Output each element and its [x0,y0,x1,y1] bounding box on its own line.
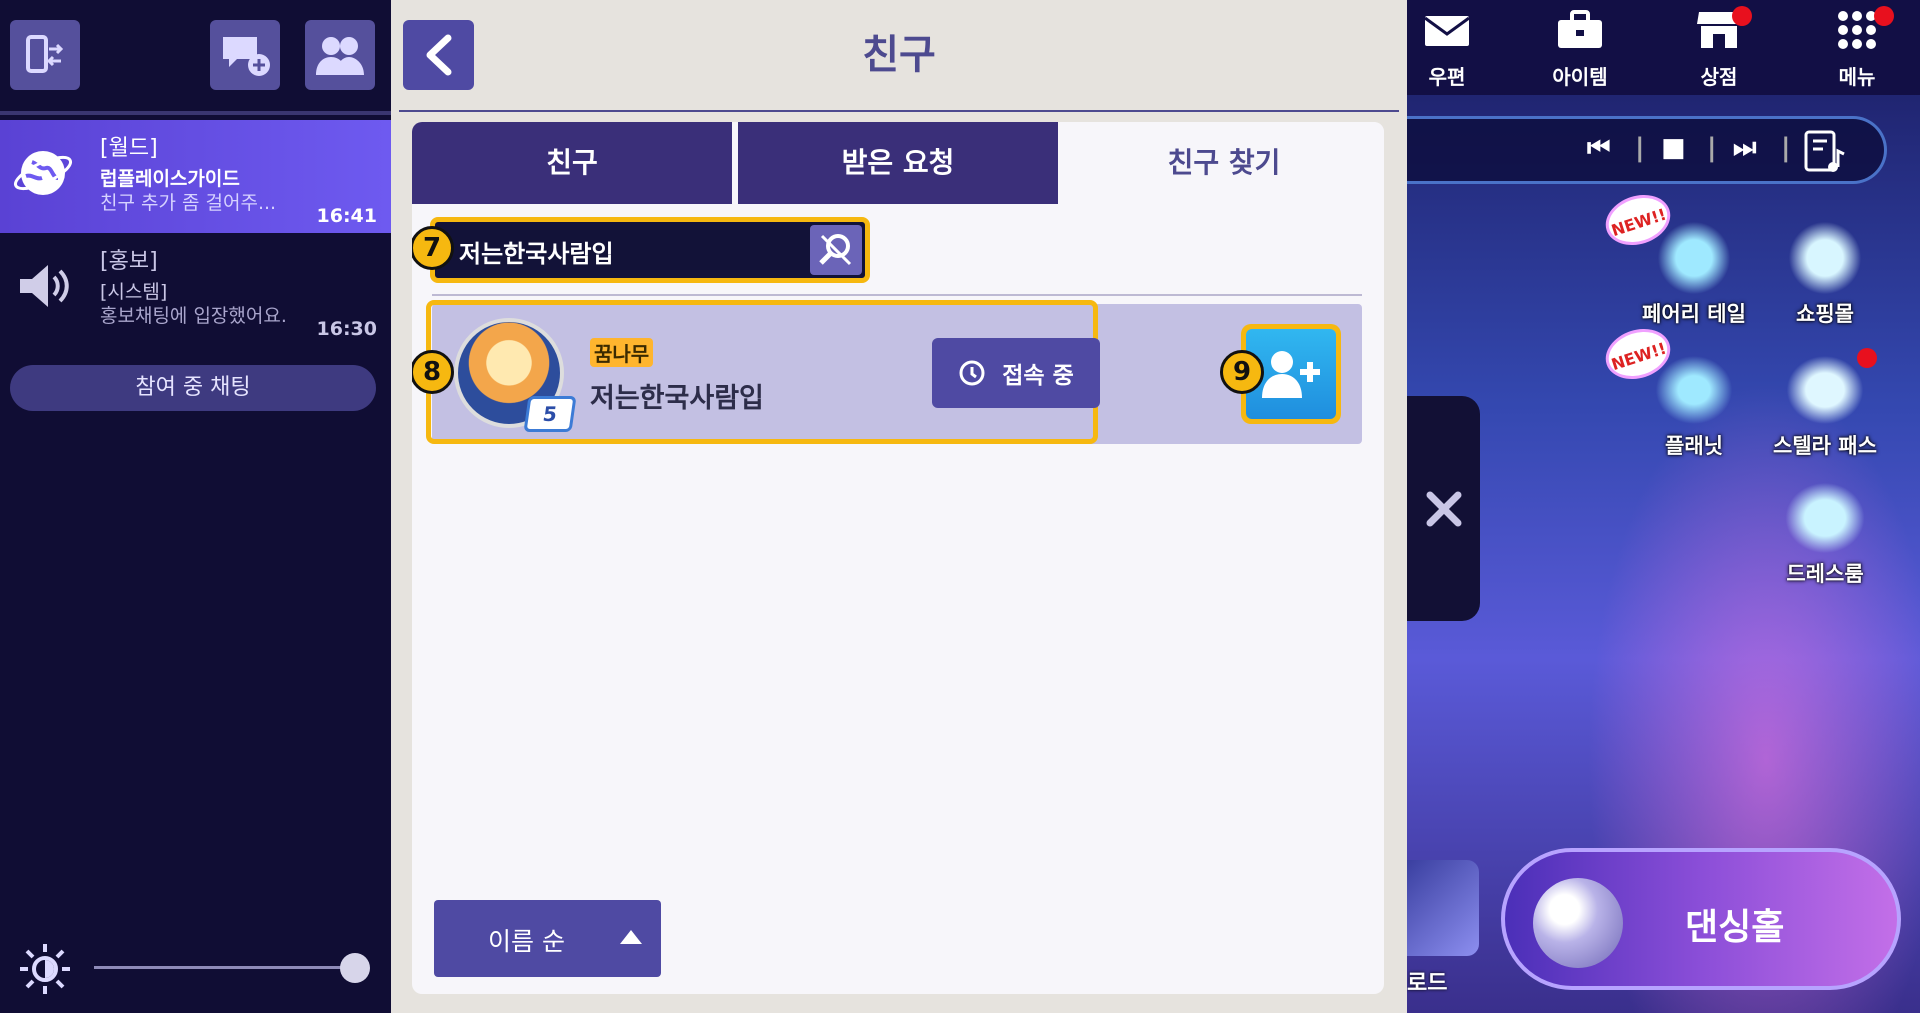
page-title: 친구 [862,32,936,78]
game-icon-label: 쇼핑몰 [1796,302,1854,326]
top-menu-mail[interactable]: 우편 [1407,8,1492,90]
tab-friends[interactable]: 친구 [412,122,732,204]
top-menu-label: 상점 [1700,65,1738,89]
close-panel-button[interactable] [1407,396,1480,621]
game-icon-label: 드레스룸 [1786,562,1864,586]
close-icon [1426,491,1461,526]
chat-sender: 럽플레이스가이드 [100,168,240,190]
users-icon [316,37,364,75]
device-switch-icon [26,35,64,73]
game-background: 우편 아이템 상점 메뉴 ⏮ | ■ | ⏭ | 페어리 테일 NEW!! 쇼핑… [1407,0,1920,1013]
tab-find-friends[interactable]: 친구 찾기 [1064,122,1384,204]
notification-dot [1874,6,1894,26]
joined-chat-button[interactable]: 참여 중 채팅 [10,365,376,411]
divider [432,294,1362,296]
game-icon-label: 스텔라 패스 [1773,434,1877,458]
brightness-icon [20,944,70,994]
chat-plus-icon [223,37,270,76]
chat-channel: [월드] [100,136,158,161]
chat-message: 친구 추가 좀 걸어주... [100,192,277,214]
friend-name: 저는한국사람입 [590,383,764,414]
notification-dot [1732,6,1752,26]
dressroom-button[interactable]: 드레스룸 [1760,478,1890,588]
separator: | [1707,133,1717,163]
step-marker-9: 9 [1220,350,1264,394]
friend-panel: 친구 친구 받은 요청 친구 찾기 저는한국사람입 7 5 꿈나무 저는한국사람… [391,0,1407,1013]
top-menu-items[interactable]: 아이템 [1535,8,1625,90]
road-icon[interactable] [1407,860,1479,956]
search-input-value: 저는한국사람입 [459,240,614,268]
status-label: 접속 중 [1002,363,1074,389]
next-track-icon[interactable]: ⏭ [1733,133,1756,164]
mail-icon [1424,16,1470,46]
previous-track-icon[interactable]: ⏮ [1587,133,1610,164]
notification-dot [1857,348,1877,368]
chat-message: 홍보채팅에 입장했어요. [100,305,287,327]
wardrobe-icon [1780,478,1870,558]
globe-icon [13,151,73,195]
speaker-icon [20,265,69,307]
shopping-mall-button[interactable]: 쇼핑몰 [1760,218,1890,328]
separator: | [1781,133,1791,163]
online-status-badge: 접속 중 [932,338,1100,408]
top-menu-menu[interactable]: 메뉴 [1812,6,1902,90]
wings-icon [1780,350,1870,430]
top-menu-label: 우편 [1428,65,1466,89]
add-user-icon [1262,351,1320,398]
brightness-slider-handle[interactable] [340,953,370,983]
chat-channel: [홍보] [100,249,158,274]
game-icon-label: 페어리 테일 [1642,302,1746,326]
tab-received-requests[interactable]: 받은 요청 [738,122,1058,204]
search-off-icon [819,234,852,266]
top-menu-shop[interactable]: 상점 [1674,6,1764,90]
brightness-slider-track[interactable] [94,966,352,969]
chat-panel: [월드] 럽플레이스가이드 친구 추가 좀 걸어주... 16:41 [홍보] … [0,0,391,1013]
divider [0,111,391,115]
chat-sender: [시스템] [100,281,168,303]
friend-search-input[interactable]: 저는한국사람입 [430,217,870,283]
briefcase-icon [1558,10,1602,48]
switch-device-button[interactable] [10,20,80,90]
caret-up-icon [620,930,642,944]
friend-title-tag: 꿈나무 [590,338,654,367]
top-menu-bar: 우편 아이템 상점 메뉴 [1407,0,1920,95]
step-marker-7: 7 [412,226,454,270]
chat-time: 16:41 [316,205,377,227]
game-icon-label: 플래닛 [1665,434,1723,458]
disco-ball-icon [1533,878,1623,968]
friend-card-panel: 친구 받은 요청 친구 찾기 저는한국사람입 7 5 꿈나무 저는한국사람입 접… [412,122,1384,994]
dancing-hall-label: 댄싱홀 [1685,907,1785,948]
separator: | [1635,133,1645,163]
chat-time: 16:30 [316,318,377,340]
sort-dropdown[interactable]: 이름 순 [434,900,661,977]
sort-label: 이름 순 [488,927,565,956]
search-clear-button[interactable] [810,225,862,275]
dancing-hall-button[interactable]: 댄싱홀 [1501,848,1901,990]
shopping-cart-icon [1780,218,1870,298]
music-player-bar: ⏮ | ■ | ⏭ | [1407,116,1887,184]
divider [399,110,1399,112]
step-marker-8: 8 [412,350,454,394]
top-menu-label: 메뉴 [1838,65,1876,89]
top-menu-label: 아이템 [1552,65,1608,89]
clock-icon [959,360,985,386]
stop-icon[interactable]: ■ [1661,133,1686,163]
chat-add-button[interactable] [210,20,280,90]
playlist-icon[interactable] [1803,129,1847,175]
road-label: 로드 [1407,971,1448,996]
chat-item-promo[interactable]: [홍보] [시스템] 홍보채팅에 입장했어요. 16:30 [0,233,391,346]
level-badge: 5 [523,396,577,432]
chat-item-world[interactable]: [월드] 럽플레이스가이드 친구 추가 좀 걸어주... 16:41 [0,120,391,233]
friends-button[interactable] [305,20,375,90]
